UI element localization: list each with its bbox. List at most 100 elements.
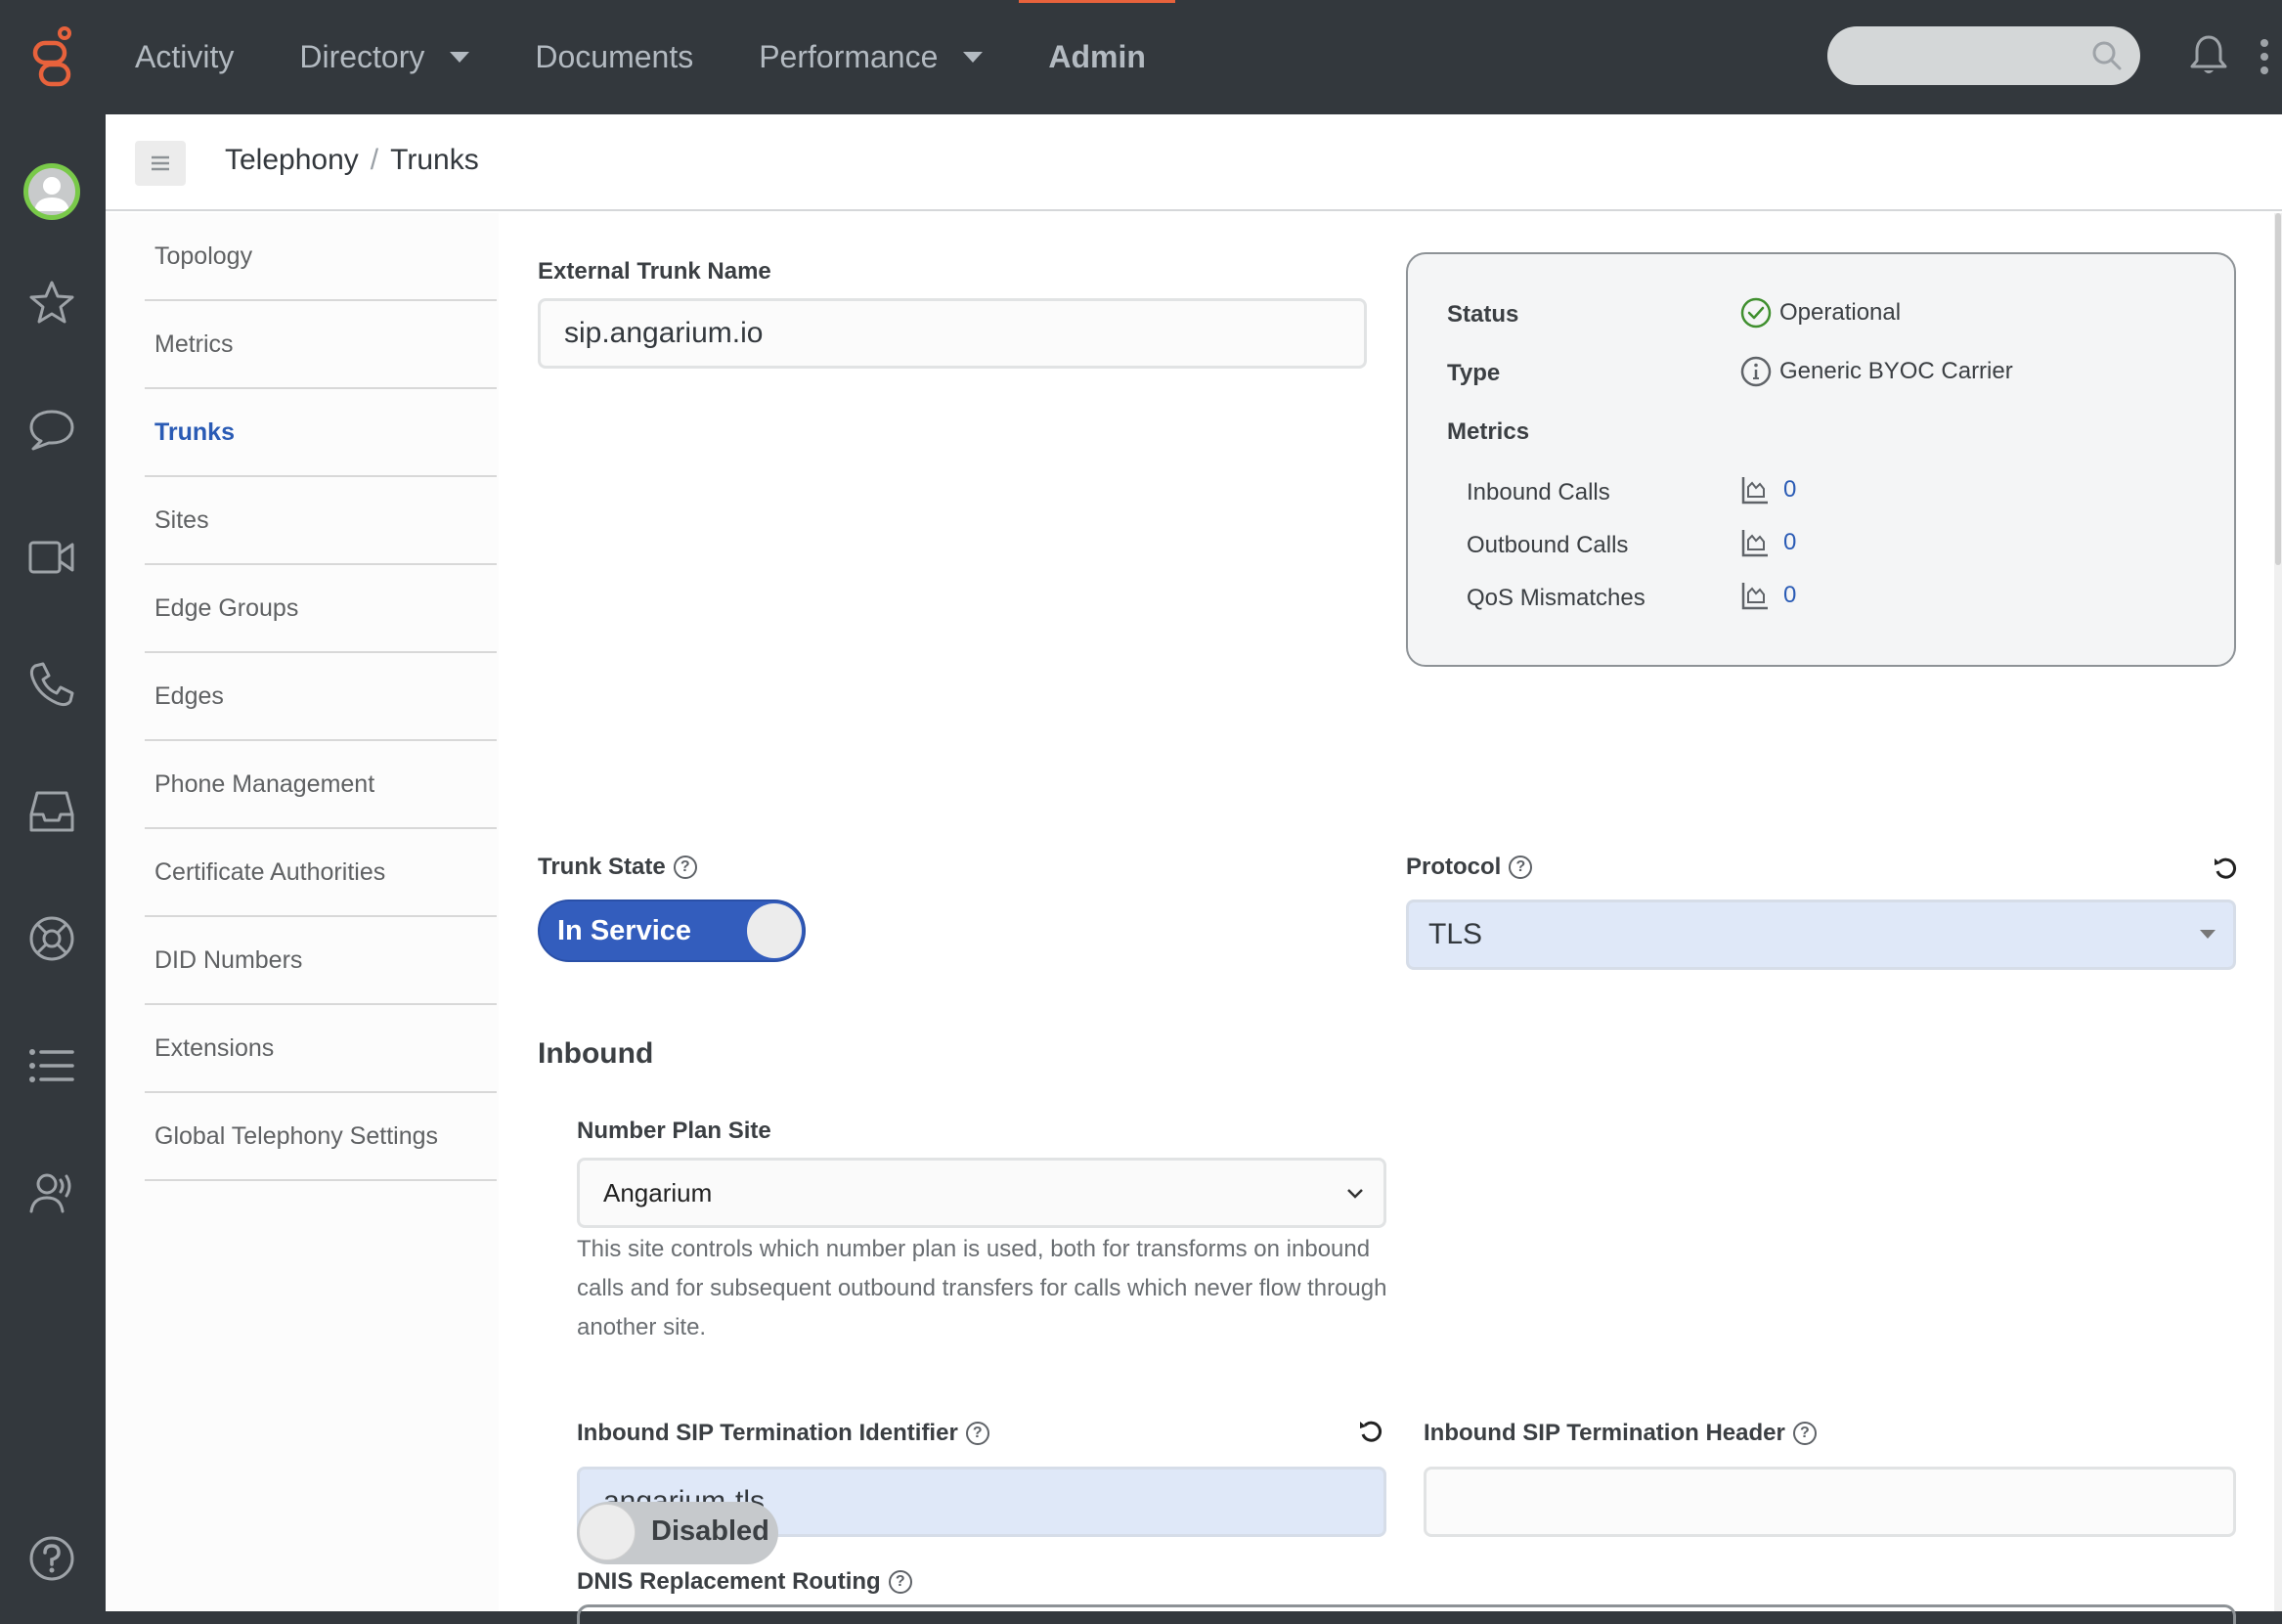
next-section-box <box>577 1604 2236 1624</box>
favorites-star-icon[interactable] <box>25 277 78 329</box>
nav-activity[interactable]: Activity <box>135 0 234 114</box>
protocol-value: TLS <box>1428 918 1483 950</box>
help-icon[interactable] <box>25 1532 78 1585</box>
number-plan-site-description: This site controls which number plan is … <box>577 1236 1387 1340</box>
metric-inbound-calls-value[interactable]: 0 <box>1783 476 1796 504</box>
inbound-section-title: Inbound <box>538 1037 654 1070</box>
dnis-replacement-routing-label: DNIS Replacement Routing ? <box>577 1568 912 1596</box>
nav-label: Performance <box>759 39 939 74</box>
number-plan-site-value: Angarium <box>603 1177 713 1207</box>
toggle-subnav-button[interactable] <box>135 141 186 186</box>
subnav-label: Certificate Authorities <box>154 857 386 886</box>
dnis-replacement-routing-toggle[interactable]: Disabled <box>577 1502 778 1564</box>
nav-performance[interactable]: Performance <box>759 0 984 114</box>
subnav-label: Edges <box>154 681 224 710</box>
metrics-label: Metrics <box>1447 418 1530 445</box>
subnav-item-did-numbers[interactable]: DID Numbers <box>145 917 497 1005</box>
type-text: Generic BYOC Carrier <box>1779 358 2013 384</box>
metric-inbound-calls: 0 <box>1740 475 1796 505</box>
subnav-item-edges[interactable]: Edges <box>145 653 497 741</box>
protocol-label-text: Protocol <box>1406 854 1502 880</box>
inbox-icon[interactable] <box>25 785 78 838</box>
metric-outbound-calls: 0 <box>1740 528 1796 557</box>
more-options-icon[interactable] <box>2259 37 2270 76</box>
global-search-input[interactable] <box>1827 26 2140 85</box>
sip-termination-header-label: Inbound SIP Termination Header ? <box>1424 1420 1817 1447</box>
dnis-replacement-routing-value: Disabled <box>651 1515 769 1547</box>
nav-directory[interactable]: Directory <box>299 0 470 114</box>
breadcrumb-separator: / <box>370 144 379 176</box>
metric-qos-mismatches-value[interactable]: 0 <box>1783 582 1796 609</box>
subnav-item-sites[interactable]: Sites <box>145 477 497 565</box>
user-icon <box>34 177 69 211</box>
subnav-label: Global Telephony Settings <box>154 1121 439 1150</box>
subnav-label: Sites <box>154 505 209 534</box>
lifebuoy-icon[interactable] <box>25 912 78 965</box>
trunk-detail-form: External Trunk Name sip.angarium.io Stat… <box>499 213 2282 1624</box>
type-label: Type <box>1447 360 1501 386</box>
sip-termination-header-input[interactable] <box>1424 1467 2236 1537</box>
content-scrollbar[interactable] <box>2274 213 2282 1611</box>
breadcrumb-parent[interactable]: Telephony <box>225 144 359 177</box>
reset-icon[interactable] <box>2212 855 2239 882</box>
external-trunk-name-label: External Trunk Name <box>538 258 771 285</box>
caret-down-icon <box>2200 930 2216 939</box>
trunk-state-label-text: Trunk State <box>538 854 666 880</box>
nav-admin[interactable]: Admin <box>1019 0 1175 114</box>
help-icon[interactable]: ? <box>965 1422 989 1445</box>
subnav-item-edge-groups[interactable]: Edge Groups <box>145 565 497 653</box>
area-chart-icon <box>1741 583 1768 610</box>
subnav-label: Topology <box>154 241 253 270</box>
nav-label: Admin <box>1048 39 1146 74</box>
chat-icon[interactable] <box>25 404 78 457</box>
subnav-item-metrics[interactable]: Metrics <box>145 301 497 389</box>
protocol-select[interactable]: TLS <box>1406 900 2236 970</box>
breadcrumb-current: Trunks <box>390 144 479 176</box>
status-text: Operational <box>1779 299 1902 326</box>
subnav-item-phone-management[interactable]: Phone Management <box>145 741 497 829</box>
number-plan-site-select[interactable]: Angarium <box>577 1158 1386 1228</box>
help-icon[interactable]: ? <box>673 856 697 879</box>
hamburger-icon <box>152 155 169 171</box>
metric-inbound-calls-label: Inbound Calls <box>1467 479 1610 505</box>
breadcrumb: Telephony / Trunks <box>225 144 479 177</box>
user-avatar[interactable] <box>23 163 80 220</box>
subnav-item-topology[interactable]: Topology <box>145 213 497 301</box>
subnav-label: DID Numbers <box>154 945 303 974</box>
metric-outbound-calls-label: Outbound Calls <box>1467 532 1629 558</box>
dnis-replacement-routing-label-text: DNIS Replacement Routing <box>577 1568 881 1595</box>
status-label: Status <box>1447 301 1519 328</box>
subnav-item-extensions[interactable]: Extensions <box>145 1005 497 1093</box>
status-value: Operational <box>1740 297 1901 329</box>
caret-down-icon <box>450 52 470 63</box>
scrollbar-thumb[interactable] <box>2275 213 2281 565</box>
help-icon[interactable]: ? <box>1509 856 1533 879</box>
nav-label: Documents <box>535 39 694 74</box>
nav-label: Activity <box>135 39 235 74</box>
subnav-item-certificate-authorities[interactable]: Certificate Authorities <box>145 829 497 917</box>
left-rail <box>0 114 106 1611</box>
metric-outbound-calls-value[interactable]: 0 <box>1783 529 1796 556</box>
nav-documents[interactable]: Documents <box>535 0 693 114</box>
external-trunk-name-input[interactable]: sip.angarium.io <box>538 298 1367 369</box>
agent-voice-icon[interactable] <box>25 1166 78 1219</box>
subnav-label: Edge Groups <box>154 593 299 622</box>
protocol-label: Protocol ? <box>1406 854 1533 881</box>
caret-down-icon <box>963 52 984 63</box>
phone-icon[interactable] <box>25 658 78 711</box>
help-icon[interactable]: ? <box>1792 1422 1817 1445</box>
notifications-bell-icon[interactable] <box>2188 33 2229 76</box>
genesys-logo-icon[interactable] <box>29 25 76 88</box>
top-nav: Activity Directory Documents Performance… <box>135 0 1211 114</box>
subnav-item-global-telephony-settings[interactable]: Global Telephony Settings <box>145 1093 497 1181</box>
reset-icon[interactable] <box>1357 1418 1384 1445</box>
list-icon[interactable] <box>25 1039 78 1092</box>
subnav-label: Trunks <box>154 417 235 446</box>
toggle-knob <box>747 903 802 958</box>
search-icon[interactable] <box>2091 40 2123 71</box>
subnav-item-trunks[interactable]: Trunks <box>145 389 497 477</box>
trunk-state-toggle[interactable]: In Service <box>538 900 806 962</box>
nav-label: Directory <box>299 39 425 74</box>
video-icon[interactable] <box>25 531 78 584</box>
help-icon[interactable]: ? <box>888 1570 912 1594</box>
